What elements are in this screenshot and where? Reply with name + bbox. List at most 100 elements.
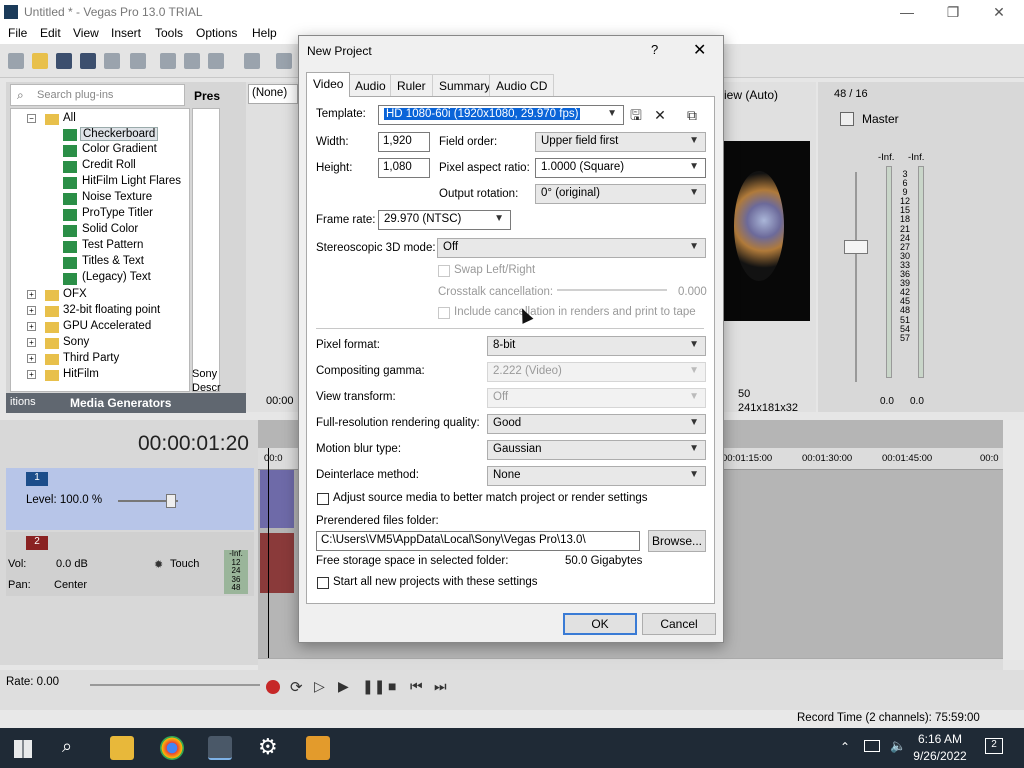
- expand-icon[interactable]: +: [27, 354, 36, 363]
- master-fader-handle[interactable]: [844, 240, 868, 254]
- menu-file[interactable]: File: [8, 26, 27, 40]
- render-quality-dropdown[interactable]: Good ▼: [487, 414, 706, 434]
- browse-button[interactable]: Browse...: [648, 530, 706, 552]
- video-track-header[interactable]: 1 Level: 100.0 %: [6, 468, 254, 530]
- menu-help[interactable]: Help: [252, 26, 277, 40]
- restore-button[interactable]: ❐: [930, 0, 976, 24]
- tree-item-ofx[interactable]: OFX: [63, 288, 87, 300]
- tree-item-hitfilm[interactable]: HitFilm: [63, 368, 99, 380]
- menu-edit[interactable]: Edit: [40, 26, 61, 40]
- search-icon[interactable]: ⌕: [62, 736, 72, 757]
- new-icon[interactable]: [8, 53, 24, 69]
- tab-audio-cd[interactable]: Audio CD: [489, 74, 555, 96]
- pixel-aspect-dropdown[interactable]: 1.0000 (Square) ▼: [535, 158, 706, 178]
- tree-item-third-party[interactable]: Third Party: [63, 352, 119, 364]
- tree-item-checkerboard[interactable]: Checkerboard: [80, 127, 159, 141]
- open-icon[interactable]: [32, 53, 48, 69]
- render-icon[interactable]: [104, 53, 120, 69]
- expand-icon[interactable]: +: [27, 338, 36, 347]
- deinterlace-dropdown[interactable]: None ▼: [487, 466, 706, 486]
- plugin-tree[interactable]: − All Checkerboard Color Gradient Credit…: [10, 108, 190, 392]
- tree-item-noise-texture[interactable]: Noise Texture: [82, 191, 152, 203]
- cut-icon[interactable]: [160, 53, 176, 69]
- tree-item-32bit[interactable]: 32-bit floating point: [63, 304, 160, 316]
- field-order-dropdown[interactable]: Upper field first ▼: [535, 132, 706, 152]
- timeline-vertical-scrollbar[interactable]: [1003, 420, 1024, 660]
- paste-icon[interactable]: [208, 53, 224, 69]
- cancel-button[interactable]: Cancel: [642, 613, 716, 635]
- swap-left-right-checkbox[interactable]: [438, 265, 450, 277]
- crosstalk-slider[interactable]: [557, 289, 667, 291]
- view-transform-dropdown[interactable]: Off ▼: [487, 388, 706, 408]
- tree-item-solid-color[interactable]: Solid Color: [82, 223, 138, 235]
- template-dropdown[interactable]: HD 1080-60i (1920x1080, 29.970 fps) ▼: [378, 105, 624, 125]
- expand-icon[interactable]: +: [27, 322, 36, 331]
- track1-level-handle[interactable]: [166, 494, 176, 508]
- minimize-button[interactable]: —: [884, 0, 930, 24]
- tree-item-color-gradient[interactable]: Color Gradient: [82, 143, 157, 155]
- dialog-help-button[interactable]: ?: [651, 42, 658, 57]
- prerendered-folder-field[interactable]: C:\Users\VM5\AppData\Local\Sony\Vegas Pr…: [316, 531, 640, 551]
- tab-media-generators[interactable]: Media Generators: [70, 396, 171, 410]
- track2-automation-mode[interactable]: Touch: [170, 558, 199, 570]
- windows-start-icon[interactable]: [14, 740, 32, 758]
- menu-tools[interactable]: Tools: [155, 26, 183, 40]
- undo-icon[interactable]: [244, 53, 260, 69]
- expand-icon[interactable]: +: [27, 370, 36, 379]
- notifications-icon[interactable]: 2: [985, 738, 1003, 754]
- play-icon[interactable]: ▶: [338, 678, 349, 695]
- video-clip[interactable]: [260, 470, 294, 528]
- tab-audio[interactable]: Audio: [348, 74, 393, 96]
- clock-date[interactable]: 9/26/2022: [908, 749, 972, 763]
- go-to-end-icon[interactable]: ⏭: [434, 678, 447, 695]
- settings-gear-icon[interactable]: ⚙: [258, 734, 278, 760]
- copy-icon[interactable]: [184, 53, 200, 69]
- expand-icon[interactable]: +: [27, 290, 36, 299]
- compositing-gamma-dropdown[interactable]: 2.222 (Video) ▼: [487, 362, 706, 382]
- master-fx-icon[interactable]: [840, 112, 854, 126]
- delete-template-icon[interactable]: ✕: [652, 107, 668, 123]
- audio-track-header[interactable]: 2 Vol: 0.0 dB Pan: Center Touch ✹: [6, 532, 254, 596]
- tree-item-sony[interactable]: Sony: [63, 336, 89, 348]
- clock-time[interactable]: 6:16 AM: [914, 732, 966, 746]
- tree-item-hitfilm-light-flares[interactable]: HitFilm Light Flares: [82, 175, 181, 187]
- close-window-button[interactable]: ✕: [976, 0, 1022, 24]
- media-player-icon[interactable]: [306, 736, 330, 760]
- start-all-projects-checkbox[interactable]: [317, 577, 329, 589]
- menu-insert[interactable]: Insert: [111, 26, 141, 40]
- menu-options[interactable]: Options: [196, 26, 237, 40]
- tree-item-protype-titler[interactable]: ProType Titler: [82, 207, 153, 219]
- audio-clip[interactable]: [260, 533, 294, 593]
- network-icon[interactable]: [864, 740, 880, 752]
- tab-ruler[interactable]: Ruler: [390, 74, 433, 96]
- output-rotation-dropdown[interactable]: 0° (original) ▼: [535, 184, 706, 204]
- plugin-search-box[interactable]: ⌕ Search plug-ins: [10, 84, 185, 106]
- save-as-icon[interactable]: [80, 53, 96, 69]
- pixel-format-dropdown[interactable]: 8-bit ▼: [487, 336, 706, 356]
- tab-summary[interactable]: Summary: [432, 74, 498, 96]
- rate-slider[interactable]: [90, 684, 260, 686]
- preset-dropdown[interactable]: (None): [248, 84, 298, 104]
- properties-icon[interactable]: [130, 53, 146, 69]
- adjust-source-checkbox[interactable]: [317, 493, 329, 505]
- play-from-start-icon[interactable]: ▷: [314, 678, 325, 695]
- tray-chevron-icon[interactable]: ⌃: [840, 740, 850, 754]
- width-field[interactable]: 1,920: [378, 132, 430, 152]
- preview-quality-dropdown[interactable]: iew (Auto): [724, 88, 778, 102]
- menu-view[interactable]: View: [73, 26, 99, 40]
- record-icon[interactable]: [266, 680, 280, 694]
- stereoscopic-dropdown[interactable]: Off ▼: [437, 238, 706, 258]
- motion-blur-dropdown[interactable]: Gaussian ▼: [487, 440, 706, 460]
- save-template-icon[interactable]: 🖫: [628, 107, 644, 123]
- height-field[interactable]: 1,080: [378, 158, 430, 178]
- match-media-settings-icon[interactable]: ⧉: [684, 107, 700, 123]
- collapse-icon[interactable]: −: [27, 114, 36, 123]
- ok-button[interactable]: OK: [563, 613, 637, 635]
- vegas-taskbar-icon[interactable]: [208, 736, 232, 760]
- loop-icon[interactable]: ⟳: [290, 678, 303, 696]
- tree-item-credit-roll[interactable]: Credit Roll: [82, 159, 136, 171]
- pause-icon[interactable]: ❚❚: [362, 678, 385, 695]
- tree-item-gpu-accelerated[interactable]: GPU Accelerated: [63, 320, 151, 332]
- timeline-horizontal-scrollbar[interactable]: [258, 658, 1003, 670]
- go-to-start-icon[interactable]: ⏮: [410, 678, 423, 695]
